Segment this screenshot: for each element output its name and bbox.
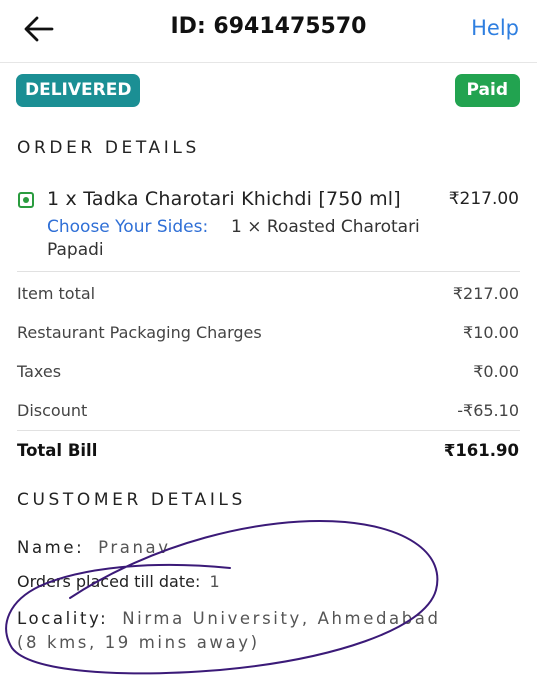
- locality-value: Nirma University, Ahmedabad: [122, 609, 441, 628]
- sides-value: 1 × Roasted Charotari: [231, 217, 420, 237]
- sides-value-continued: Papadi: [47, 240, 104, 260]
- bill-row-packaging: Restaurant Packaging Charges ₹10.00: [17, 323, 519, 347]
- sides-label: Choose Your Sides:: [47, 217, 209, 237]
- help-link[interactable]: Help: [471, 16, 519, 40]
- bill-row-item-total: Item total ₹217.00: [17, 284, 519, 308]
- orders-placed-row: Orders placed till date: 1: [17, 572, 220, 591]
- total-value: ₹161.90: [443, 441, 519, 460]
- item-price: ₹217.00: [448, 189, 519, 209]
- paid-status-badge: Paid: [454, 74, 520, 107]
- bill-value: ₹217.00: [452, 284, 519, 303]
- locality-label: Locality:: [17, 609, 109, 628]
- customer-details-heading: CUSTOMER DETAILS: [17, 490, 246, 510]
- item-divider: [17, 271, 520, 272]
- locality-distance: (8 kms, 19 mins away): [17, 633, 260, 652]
- bill-row-taxes: Taxes ₹0.00: [17, 362, 519, 386]
- veg-indicator-icon: [18, 192, 34, 208]
- order-details-heading: ORDER DETAILS: [17, 138, 200, 158]
- bill-value: -₹65.10: [457, 401, 519, 420]
- bill-row-total: Total Bill ₹161.90: [17, 441, 519, 465]
- total-label: Total Bill: [17, 441, 98, 460]
- locality-row: Locality: Nirma University, Ahmedabad: [17, 609, 441, 628]
- bill-label: Discount: [17, 401, 88, 420]
- bill-value: ₹10.00: [463, 323, 519, 342]
- top-bar: ID: 6941475570 Help: [0, 0, 537, 63]
- bill-label: Restaurant Packaging Charges: [17, 323, 262, 342]
- customer-name-row: Name: Pranav: [17, 538, 171, 557]
- bill-row-discount: Discount -₹65.10: [17, 401, 519, 425]
- bill-value: ₹0.00: [473, 362, 519, 381]
- order-id-title: ID: 6941475570: [170, 14, 367, 39]
- customer-name-value: Pranav: [98, 538, 171, 557]
- orders-placed-label: Orders placed till date:: [17, 572, 201, 591]
- customer-name-label: Name:: [17, 538, 85, 557]
- orders-placed-value: 1: [209, 572, 220, 591]
- total-divider: [17, 430, 520, 431]
- bill-label: Taxes: [17, 362, 62, 381]
- delivered-status-badge: DELIVERED: [16, 74, 141, 107]
- bill-label: Item total: [17, 284, 96, 303]
- item-name: 1 x Tadka Charotari Khichdi [750 ml]: [47, 188, 401, 210]
